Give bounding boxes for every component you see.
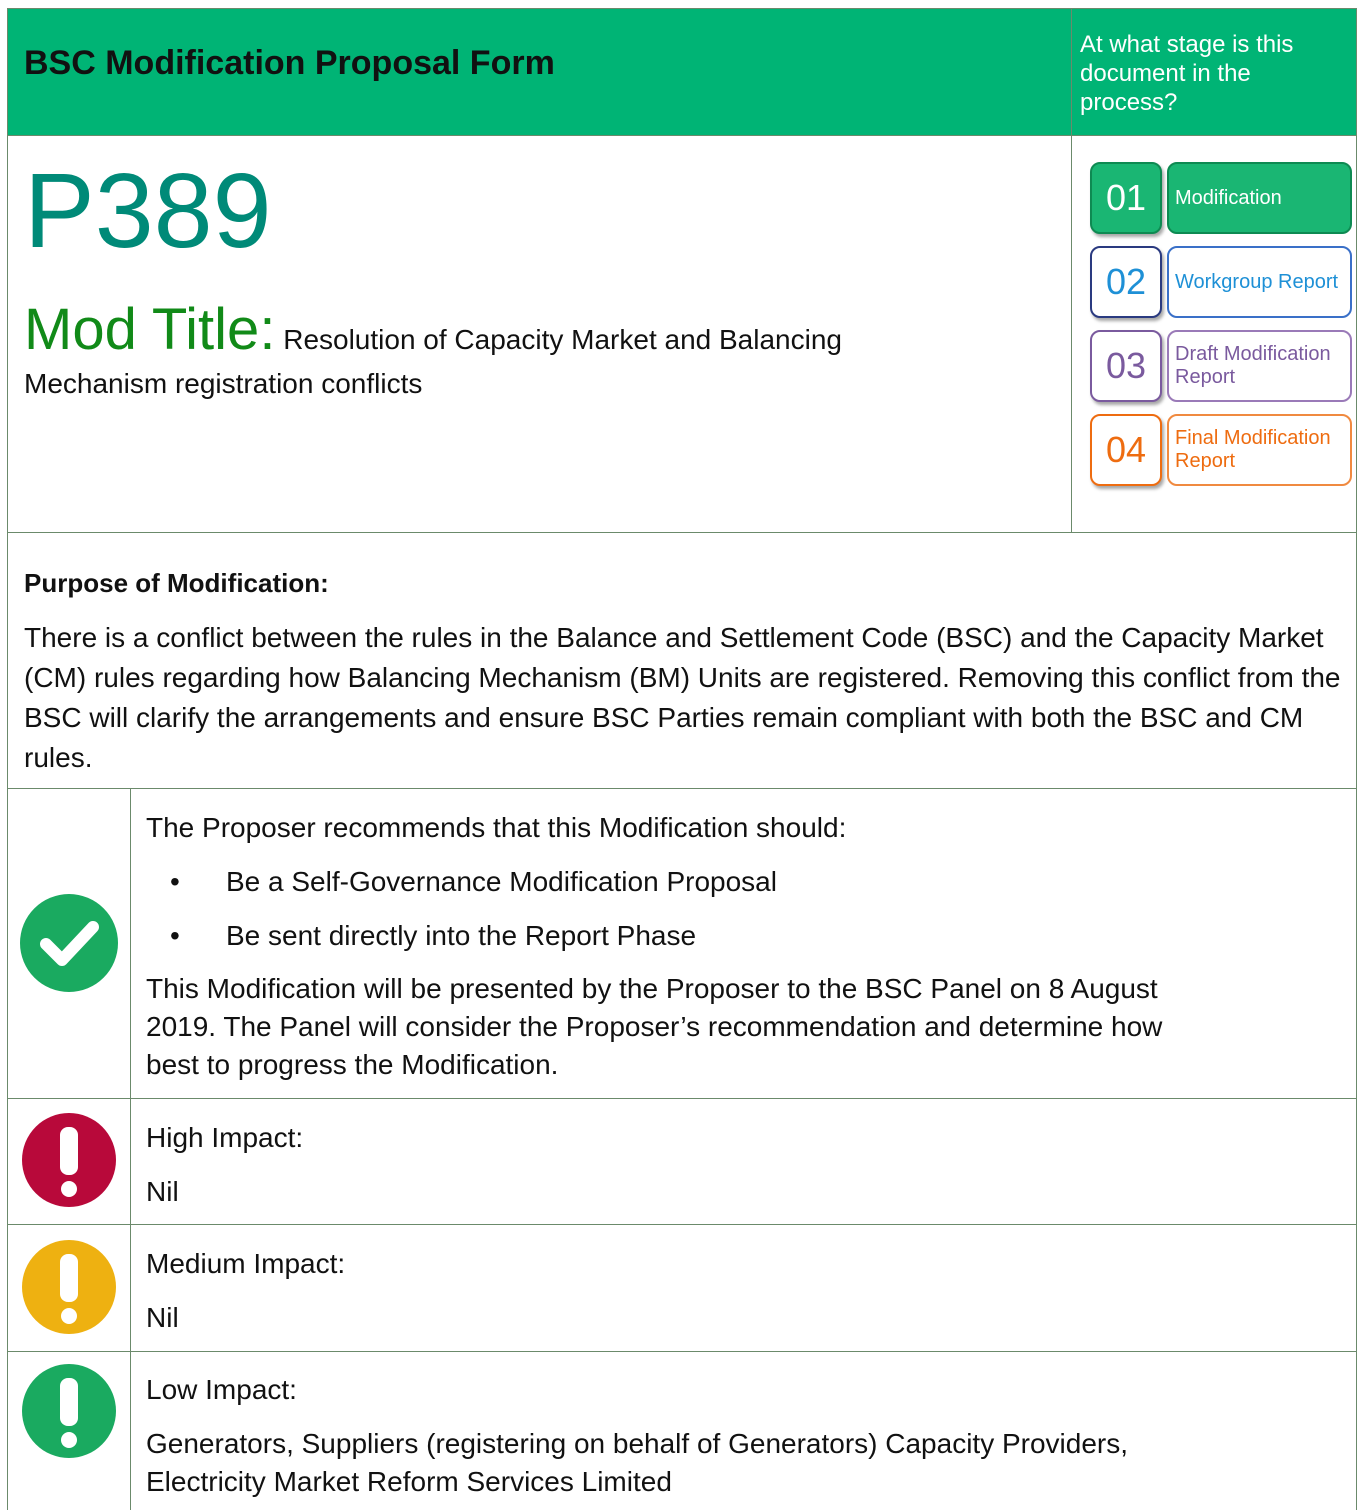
modification-number: P389 [24,152,272,270]
stage-01: 01 Modification [1090,162,1352,236]
stage-number: 02 [1090,246,1162,318]
modification-title: Mod Title: Resolution of Capacity Market… [24,296,1054,363]
check-circle-icon [20,894,118,997]
stage-number: 03 [1090,330,1162,402]
low-impact-value-line2: Electricity Market Reform Services Limit… [146,1466,672,1497]
high-impact-label: High Impact: [146,1122,304,1153]
mod-title-text: Resolution of Capacity Market and Balanc… [275,324,842,355]
high-impact-divider [7,1224,1357,1225]
recommendation-note-line1: This Modification will be presented by t… [146,973,1158,1004]
stage-label: Draft Modification Report [1167,330,1352,402]
exclamation-circle-icon [22,1113,116,1212]
purpose-heading: Purpose of Modification: [24,568,329,598]
bullet-marker: • [170,920,180,951]
stage-04: 04 Final Modification Report [1090,414,1352,488]
stage-number: 01 [1090,162,1162,234]
low-impact-value-line1: Generators, Suppliers (registering on be… [146,1428,1129,1459]
recommendation-note-line3: best to progress the Modification. [146,1049,559,1080]
exclamation-circle-icon [22,1364,116,1463]
exclamation-circle-icon [22,1240,116,1339]
header-divider [7,135,1357,136]
recommendation-bullet: Be sent directly into the Report Phase [226,920,697,951]
low-impact-label: Low Impact: [146,1374,297,1405]
stage-number: 04 [1090,414,1162,486]
recommendation-intro: The Proposer recommends that this Modifi… [146,812,847,843]
medium-impact-divider [7,1351,1357,1352]
icon-column-divider [130,788,131,1510]
stage-column-divider [1071,8,1072,532]
mod-title-label: Mod Title: [24,297,276,362]
recommendation-note-line2: 2019. The Panel will consider the Propos… [146,1011,1163,1042]
recommendation-divider [7,1098,1357,1099]
stage-03: 03 Draft Modification Report [1090,330,1352,404]
stage-02: 02 Workgroup Report [1090,246,1352,320]
recommendation-bullet: Be a Self-Governance Modification Propos… [226,866,777,897]
stage-label: Final Modification Report [1167,414,1352,486]
medium-impact-label: Medium Impact: [146,1248,346,1279]
bullet-marker: • [170,866,180,897]
medium-impact-value: Nil [146,1302,179,1333]
purpose-divider [7,788,1357,789]
purpose-body: There is a conflict between the rules in… [24,622,1341,773]
stage-label: Modification [1167,162,1352,234]
title-divider [7,532,1357,533]
top-border [7,8,1357,9]
stage-label: Workgroup Report [1167,246,1352,318]
mod-title-text-line2: Mechanism registration conflicts [24,368,423,399]
high-impact-value: Nil [146,1176,179,1207]
